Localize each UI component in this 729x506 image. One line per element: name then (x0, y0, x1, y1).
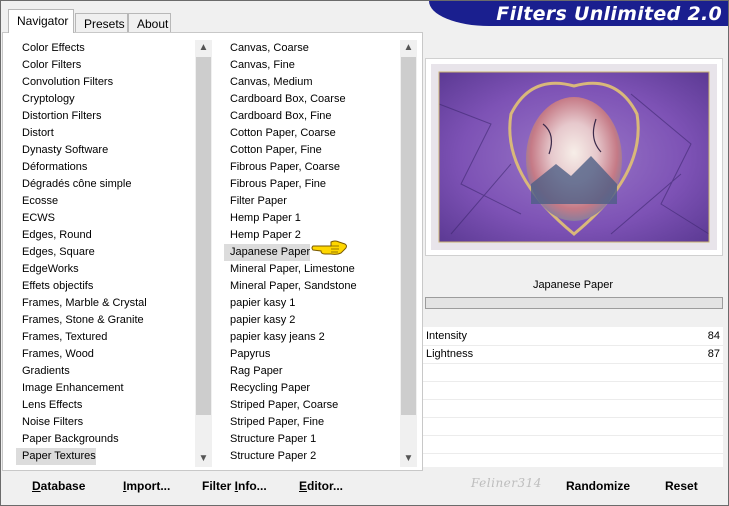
tab-navigator[interactable]: Navigator (8, 9, 74, 33)
filter-name-label: Japanese Paper (423, 273, 723, 297)
category-scrollbar[interactable]: ▲ ▼ (195, 40, 212, 467)
param-value[interactable]: 87 (708, 346, 720, 363)
list-item[interactable]: Cotton Paper, Fine (224, 142, 400, 159)
list-item[interactable]: Paper Backgrounds (16, 431, 194, 448)
param-row-lightness[interactable]: Lightness 87 (423, 346, 723, 363)
list-item[interactable]: Gradients (16, 363, 194, 380)
scroll-down-arrow-icon[interactable]: ▼ (400, 451, 417, 467)
tab-about[interactable]: About (128, 13, 171, 33)
param-value[interactable]: 84 (708, 328, 720, 345)
list-item[interactable]: Noise Filters (16, 414, 194, 431)
list-item[interactable]: Rag Paper (224, 363, 400, 380)
filter-scrollbar[interactable]: ▲ ▼ (400, 40, 417, 467)
list-item[interactable]: Mineral Paper, Limestone (224, 261, 400, 278)
list-item[interactable]: Distortion Filters (16, 108, 194, 125)
filter-scroll-thumb[interactable] (401, 57, 416, 415)
list-item[interactable]: Canvas, Fine (224, 57, 400, 74)
app-title: Filters Unlimited 2.0 (496, 3, 722, 25)
param-divider (423, 363, 723, 364)
category-list[interactable]: Color Effects Color Filters Convolution Fi… (16, 40, 194, 467)
list-item[interactable]: Ecosse (16, 193, 194, 210)
list-item[interactable]: Hemp Paper 1 (224, 210, 400, 227)
list-item[interactable]: Frames, Textured (16, 329, 194, 346)
list-item[interactable]: Image Enhancement (16, 380, 194, 397)
list-item[interactable]: Frames, Stone & Granite (16, 312, 194, 329)
list-item[interactable]: Dynasty Software (16, 142, 194, 159)
param-divider (423, 345, 723, 346)
list-item[interactable]: Convolution Filters (16, 74, 194, 91)
database-button[interactable]: Database (32, 477, 85, 495)
list-item[interactable]: Cardboard Box, Fine (224, 108, 400, 125)
list-item[interactable]: Striped Paper, Fine (224, 414, 400, 431)
list-item[interactable]: Cryptology (16, 91, 194, 108)
list-item[interactable]: Structure Paper 2 (224, 448, 400, 465)
param-divider (423, 417, 723, 418)
list-item[interactable]: Dégradés cône simple (16, 176, 194, 193)
list-item[interactable]: Edges, Round (16, 227, 194, 244)
list-item[interactable]: Japanese Paper (224, 244, 311, 261)
list-item[interactable]: Canvas, Medium (224, 74, 400, 91)
list-item[interactable]: Edges, Square (16, 244, 194, 261)
tab-presets[interactable]: Presets (75, 13, 128, 33)
param-row-intensity[interactable]: Intensity 84 (423, 328, 723, 345)
watermark-signature: Feliner314 (471, 476, 542, 490)
list-item[interactable]: papier kasy jeans 2 (224, 329, 400, 346)
progress-bar (425, 297, 723, 309)
list-item[interactable]: Fibrous Paper, Coarse (224, 159, 400, 176)
list-item[interactable]: Mineral Paper, Sandstone (224, 278, 400, 295)
title-banner: Filters Unlimited 2.0 (429, 1, 728, 26)
param-divider (423, 381, 723, 382)
param-label: Intensity (426, 330, 467, 342)
randomize-button[interactable]: Randomize (566, 477, 630, 495)
param-divider (423, 453, 723, 454)
scroll-down-arrow-icon[interactable]: ▼ (195, 451, 212, 467)
list-item[interactable]: Cardboard Box, Coarse (224, 91, 400, 108)
list-item[interactable]: Structure Paper 1 (224, 431, 400, 448)
pointing-hand-icon (311, 240, 347, 255)
param-label: Lightness (426, 348, 474, 360)
preview-frame (425, 58, 723, 256)
filters-unlimited-window: Navigator Presets About Filters Unlimited … (0, 0, 729, 506)
list-item[interactable]: Color Effects (16, 40, 194, 57)
filter-info-button[interactable]: Filter Info... (202, 477, 267, 495)
list-item[interactable]: Distort (16, 125, 194, 142)
list-item[interactable]: Frames, Wood (16, 346, 194, 363)
list-item[interactable]: Cotton Paper, Coarse (224, 125, 400, 142)
list-item[interactable]: Frames, Marble & Crystal (16, 295, 194, 312)
list-item[interactable]: papier kasy 2 (224, 312, 400, 329)
list-item[interactable]: Structure Paper 3 (224, 465, 400, 467)
param-divider (423, 435, 723, 436)
parameter-panel: Intensity 84 Lightness 87 (423, 327, 723, 467)
list-item[interactable]: Effets objectifs (16, 278, 194, 295)
list-item[interactable]: Canvas, Coarse (224, 40, 400, 57)
list-item[interactable]: Papyrus (224, 346, 400, 363)
list-item[interactable]: ECWS (16, 210, 194, 227)
scroll-up-arrow-icon[interactable]: ▲ (400, 40, 417, 56)
list-item[interactable]: EdgeWorks (16, 261, 194, 278)
list-item[interactable]: Color Filters (16, 57, 194, 74)
list-item[interactable]: Recycling Paper (224, 380, 400, 397)
scroll-up-arrow-icon[interactable]: ▲ (195, 40, 212, 56)
preview-image (431, 64, 717, 250)
reset-button[interactable]: Reset (665, 477, 698, 495)
list-item[interactable]: Patterns (16, 465, 194, 467)
list-item[interactable]: Fibrous Paper, Fine (224, 176, 400, 193)
list-item[interactable]: Striped Paper, Coarse (224, 397, 400, 414)
list-item[interactable]: Déformations (16, 159, 194, 176)
import-button[interactable]: Import... (123, 477, 170, 495)
list-item[interactable]: papier kasy 1 (224, 295, 400, 312)
list-item[interactable]: Lens Effects (16, 397, 194, 414)
param-divider (423, 399, 723, 400)
list-item[interactable]: Paper Textures (16, 448, 96, 465)
category-scroll-thumb[interactable] (196, 57, 211, 415)
list-item[interactable]: Filter Paper (224, 193, 400, 210)
editor-button[interactable]: Editor... (299, 477, 343, 495)
